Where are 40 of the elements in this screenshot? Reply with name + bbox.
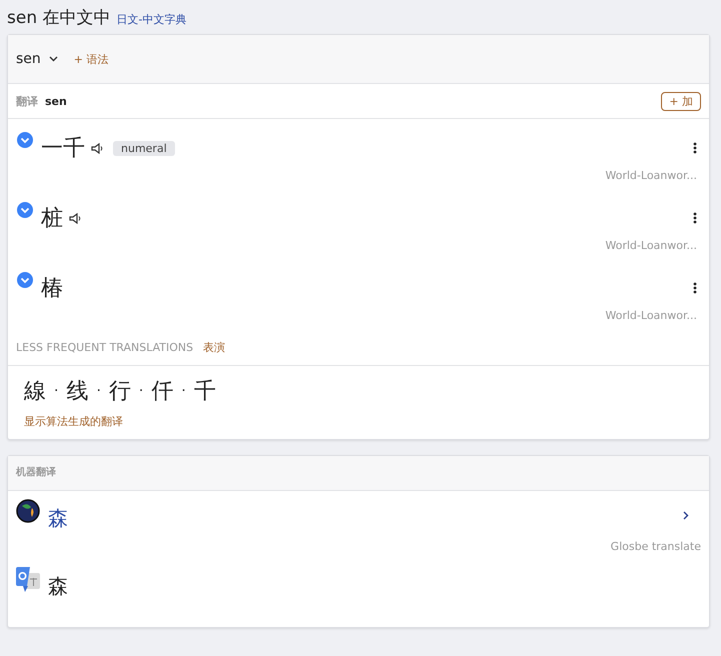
globe-logo-icon — [16, 499, 40, 523]
translation-word[interactable]: 椿 — [41, 273, 63, 303]
more-options-icon — [693, 142, 697, 154]
translation-word[interactable]: 桩 — [41, 203, 63, 233]
chevron-right-icon — [683, 511, 689, 520]
section-label: 机器翻译 — [8, 456, 709, 491]
translate-logo-icon — [16, 567, 40, 593]
translation-word[interactable]: 森 — [48, 573, 68, 600]
more-options-icon — [693, 212, 697, 224]
separator-dot: · — [138, 383, 144, 399]
headword: sen — [16, 51, 41, 67]
search-term: sen — [45, 94, 67, 108]
algorithmic-translations-link[interactable]: 显示算法生成的翻译 — [8, 406, 709, 439]
source-label: Glosbe translate — [610, 540, 701, 553]
show-more-link[interactable]: 表演 — [203, 340, 226, 354]
section-label: LESS FREQUENT TRANSLATIONS — [16, 340, 194, 354]
source-label: World-Loanwor... — [604, 169, 697, 182]
translation-word[interactable]: 行 — [108, 376, 131, 406]
section-label: 翻译 — [16, 94, 38, 108]
separator-dot: · — [54, 383, 58, 399]
separator-dot: · — [96, 383, 101, 399]
add-button[interactable]: + 加 — [661, 92, 701, 110]
translation-word[interactable]: 森 — [48, 505, 68, 532]
expand-icon — [17, 202, 33, 218]
chevron-down-icon — [48, 56, 58, 62]
translation-word[interactable]: 千 — [194, 376, 216, 406]
source-label: World-Loanwor... — [604, 239, 697, 252]
more-options-icon — [693, 282, 697, 294]
separator-dot: · — [181, 383, 186, 399]
translation-word[interactable]: 一千 — [41, 133, 85, 163]
expand-icon — [17, 132, 33, 148]
translation-word[interactable]: 仟 — [151, 376, 174, 406]
translation-word[interactable]: 線 — [24, 376, 46, 406]
part-of-speech-tag: numeral — [113, 140, 175, 156]
source-label: World-Loanwor... — [604, 309, 697, 322]
expand-icon — [17, 272, 33, 288]
dictionary-link[interactable]: 日文-中文字典 — [116, 12, 186, 27]
page-title: sen 在中文中 — [7, 7, 110, 29]
translation-word[interactable]: 线 — [66, 376, 88, 406]
grammar-link[interactable]: + 语法 — [74, 52, 108, 66]
